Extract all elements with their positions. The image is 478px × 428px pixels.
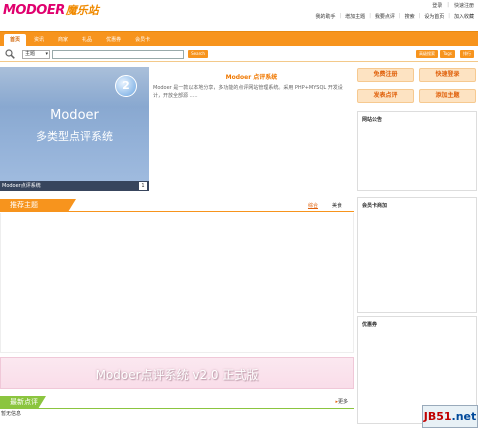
register-button[interactable]: 免费注册 — [357, 68, 414, 82]
search-input[interactable] — [52, 50, 184, 59]
banner-subtitle: 多类型点评系统 — [36, 130, 113, 143]
chevron-down-icon: ▾ — [45, 51, 48, 57]
intro-text: Modoer 是一款以本地分享，多功能的点评网站管理系统。采用 PHP+MYSQ… — [153, 85, 343, 99]
watermark-logo: JB51.net — [422, 405, 478, 428]
nav-tab-member-card[interactable]: 会员卡 — [129, 34, 156, 46]
nav-tabs: 首页 资讯 商家 礼品 优惠券 会员卡 — [4, 34, 156, 46]
ad-banner[interactable]: Modoer点评系统 v2.0 正式版 — [0, 357, 354, 389]
featured-banner[interactable]: 2 Modoer 多类型点评系统 Modoer点评系统 1 — [0, 67, 149, 191]
tags-button[interactable]: Tags — [440, 50, 455, 58]
member-card-title: 会员卡商加 — [362, 203, 388, 209]
logo-text-en: MODOER — [3, 2, 65, 18]
version-badge: 2 — [115, 75, 137, 97]
write-review-link[interactable]: 我要点评 — [375, 13, 395, 20]
divider: | — [447, 2, 449, 8]
nav-tab-news[interactable]: 资讯 — [28, 34, 50, 46]
divider: | — [418, 13, 421, 19]
announcement-title: 网站公告 — [362, 117, 383, 123]
more-link[interactable]: ▸更多 — [335, 398, 348, 405]
latest-reviews-header: 最新点评 ▸更多 — [0, 396, 354, 409]
watermark-text: JB51.net — [424, 410, 477, 423]
post-review-button[interactable]: 发表点评 — [357, 89, 414, 103]
coupons-title: 优惠券 — [362, 322, 378, 328]
list-item: 暂无信息 — [1, 411, 22, 417]
user-links: 我的助手 | 增加主题 | 我要点评 | 搜索 | 设为首页 | 加入收藏 — [315, 13, 474, 20]
intro-title[interactable]: Modoer 点评系统 — [150, 72, 353, 81]
quick-register-link[interactable]: 快速注册 — [454, 2, 474, 9]
set-homepage-link[interactable]: 设为首页 — [424, 13, 444, 20]
logo-text-cn: 魔乐站 — [65, 4, 99, 17]
recommend-title: 推荐主题 — [0, 199, 76, 212]
nav-tab-home[interactable]: 首页 — [4, 34, 27, 46]
login-link[interactable]: 登录 — [432, 2, 442, 9]
watermark-right: .net — [451, 410, 477, 423]
recommend-list — [0, 213, 354, 353]
divider: | — [398, 13, 401, 19]
divider: | — [448, 13, 450, 19]
watermark-left: JB51 — [423, 410, 452, 423]
nav-tab-gifts[interactable]: 礼品 — [76, 34, 98, 46]
advanced-search-button[interactable]: 高级搜索 — [416, 50, 438, 58]
announcement-panel: 网站公告 — [357, 111, 477, 191]
banner-title: Modoer — [50, 108, 99, 123]
search-scope-select[interactable]: 主题 ▾ — [22, 50, 50, 59]
latest-reviews-title: 最新点评 — [0, 396, 46, 409]
add-subject-link[interactable]: 增加主题 — [345, 13, 365, 20]
main-nav: 首页 资讯 商家 礼品 优惠券 会员卡 — [0, 31, 478, 46]
search-button[interactable]: Search — [188, 50, 208, 58]
my-assistant-link[interactable]: 我的助手 — [315, 13, 335, 20]
search-icon — [5, 49, 15, 59]
divider: | — [369, 13, 371, 19]
recommend-tabs: 综合 美食 — [308, 202, 342, 209]
slide-index[interactable]: 1 — [139, 182, 147, 190]
member-card-panel: 会员卡商加 — [357, 197, 477, 313]
recommend-tab-food[interactable]: 美食 — [332, 202, 342, 209]
nav-tab-coupons[interactable]: 优惠券 — [100, 34, 127, 46]
add-subject-button[interactable]: 添加主题 — [419, 89, 476, 103]
banner-caption: Modoer点评系统 — [0, 181, 149, 191]
recommend-header: 推荐主题 综合 美食 — [0, 199, 354, 212]
site-logo[interactable]: MODOER 魔乐站 — [3, 2, 99, 18]
ranking-button[interactable]: 排行 — [460, 50, 474, 58]
login-button[interactable]: 快速登录 — [419, 68, 476, 82]
top-auth-links: 登录 | 快速注册 — [432, 2, 474, 9]
add-favorite-link[interactable]: 加入收藏 — [454, 13, 474, 20]
search-scope-value: 主题 — [25, 51, 36, 57]
recommend-tab-all[interactable]: 综合 — [308, 202, 318, 209]
ad-text: Modoer点评系统 v2.0 正式版 — [95, 368, 259, 382]
more-label: 更多 — [337, 399, 348, 405]
nav-tab-merchants[interactable]: 商家 — [52, 34, 74, 46]
divider: | — [339, 13, 342, 19]
search-link[interactable]: 搜索 — [405, 13, 415, 20]
